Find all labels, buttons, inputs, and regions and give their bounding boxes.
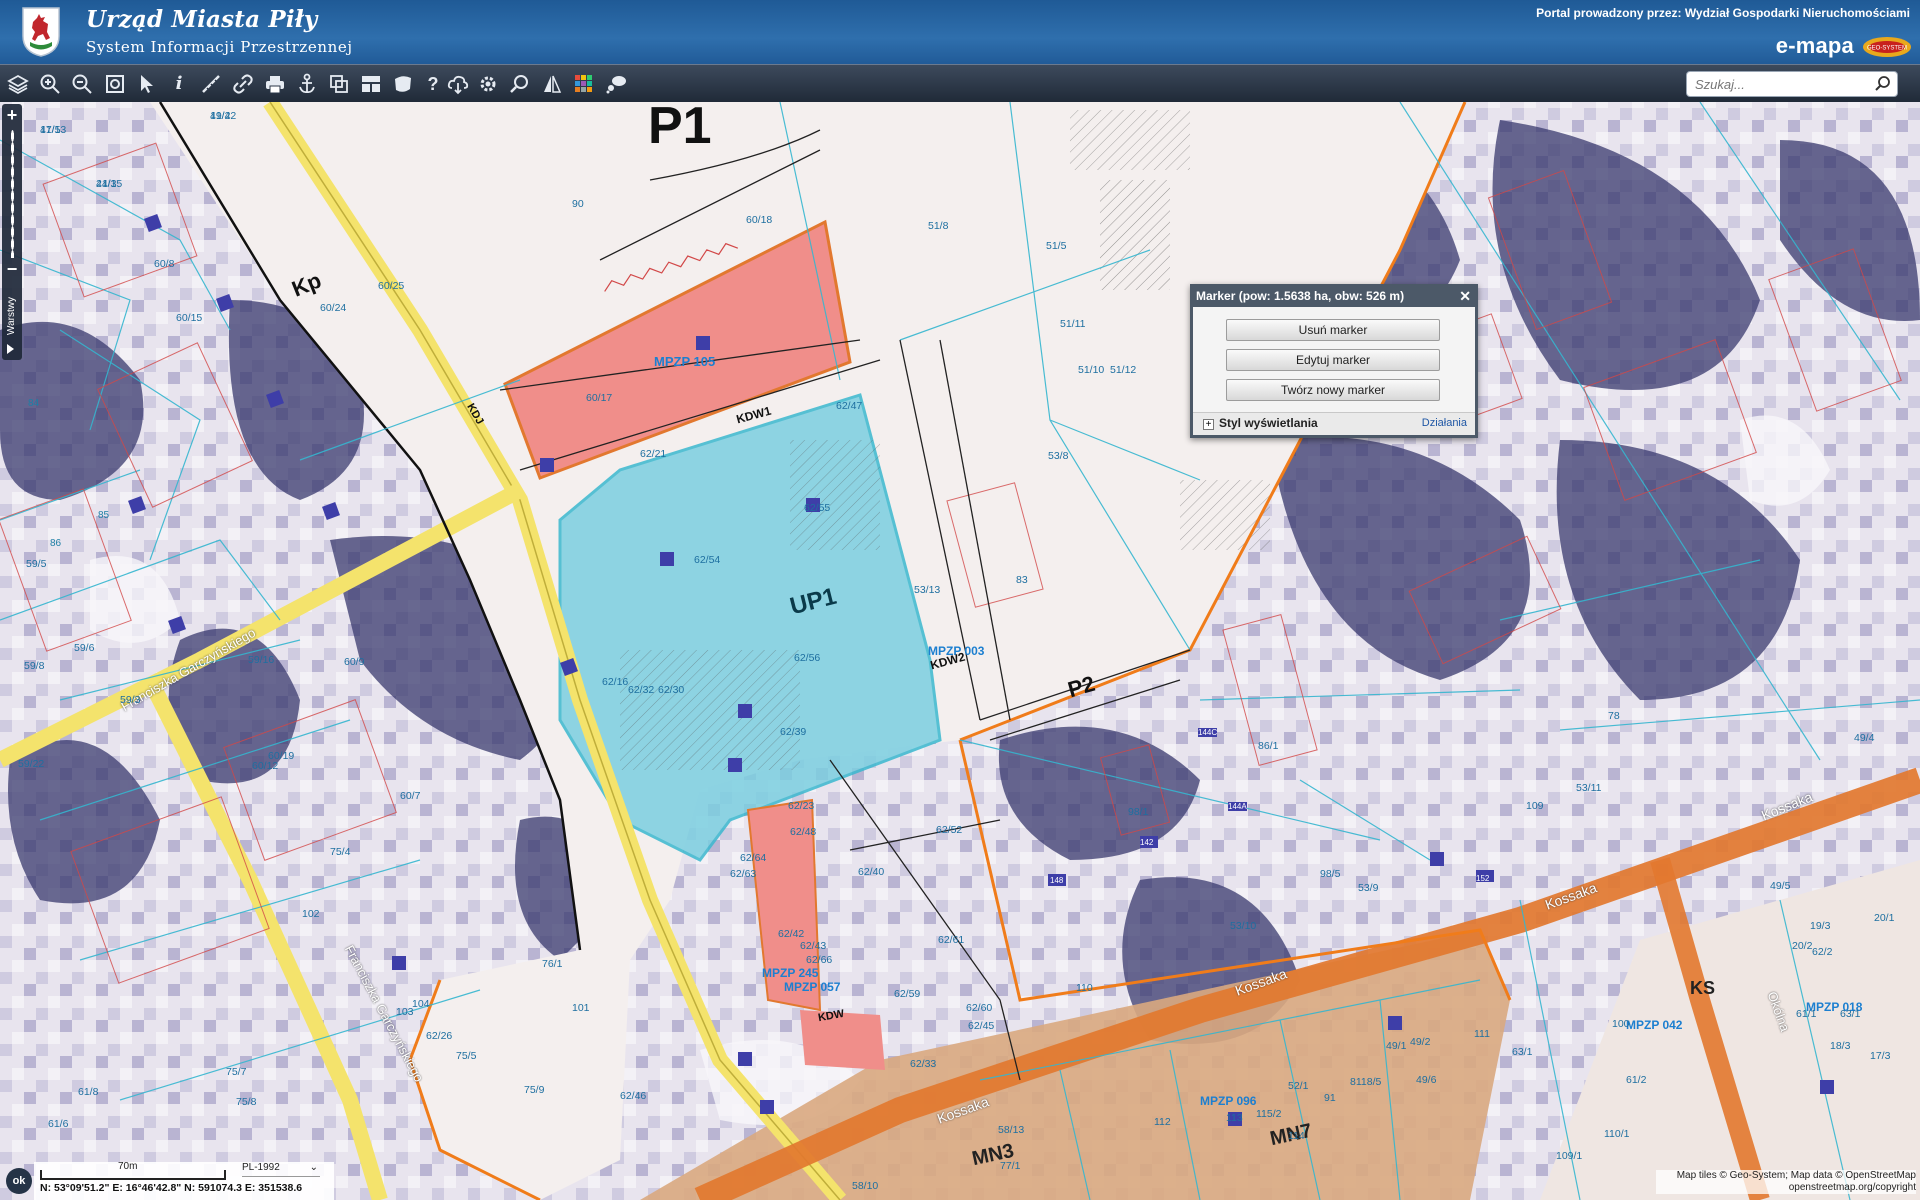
chevron-down-icon[interactable]: ⌄ [310,1162,318,1173]
map-attribution: Map tiles © Geo-System; Map data © OpenS… [1656,1170,1916,1194]
display-style-label[interactable]: Styl wyświetlania [1219,416,1318,430]
city-crest-logo [22,7,60,57]
new-marker-button[interactable]: Twórz nowy marker [1226,379,1440,401]
geo-system-logo[interactable]: GEO-SYSTEM [1862,36,1912,58]
print-icon[interactable] [263,72,287,96]
zoom-rail: + − Warstwy [2,104,22,360]
attribution-link[interactable]: openstreetmap.org/copyright [1656,1182,1916,1194]
comment-icon[interactable] [604,72,628,96]
actions-link[interactable]: Działania [1422,417,1467,429]
zoom-in-icon[interactable] [38,72,62,96]
measure-line-icon[interactable] [199,72,223,96]
crs-select[interactable]: PL-1992 ⌄ [242,1162,320,1177]
info-icon[interactable]: i [167,72,191,96]
search-map-icon[interactable] [508,72,532,96]
map-canvas[interactable]: P1 Kp UP1 P2 MN3 MN7 KS MPZP 105 MPZP 00… [0,102,1920,1200]
scale-label: 70m [118,1161,138,1172]
settings-icon[interactable] [476,72,500,96]
map-toolbar: i ? [0,64,1920,103]
search-box [1686,71,1898,97]
anchor-icon[interactable] [295,72,319,96]
zoom-extent-icon[interactable] [103,72,127,96]
link-icon[interactable] [231,72,255,96]
app-title: Urząd Miasta Piły [86,6,318,33]
portal-operator-text: Portal prowadzony przez: Wydział Gospoda… [1536,6,1910,20]
cloud-download-icon[interactable] [446,72,470,96]
help-icon[interactable]: ? [421,72,445,96]
popup-footer: + Styl wyświetlania Działania [1193,412,1475,435]
zoom-slider[interactable] [11,130,14,258]
marker-popup: Marker (pow: 1.5638 ha, obw: 526 m) ✕ Us… [1190,284,1478,438]
popup-title: Marker (pow: 1.5638 ha, obw: 526 m) [1196,289,1405,303]
brand-name[interactable]: e-mapa [1776,33,1854,59]
layers-icon[interactable] [6,72,30,96]
select-pointer-icon[interactable] [135,72,159,96]
crs-value: PL-1992 [242,1162,280,1173]
popup-title-bar: Marker (pow: 1.5638 ha, obw: 526 m) ✕ [1193,287,1475,307]
search-icon[interactable] [1873,74,1893,94]
map-drawing[interactable] [0,102,1920,1200]
edit-marker-button[interactable]: Edytuj marker [1226,349,1440,371]
compare-icon[interactable] [540,72,564,96]
zoom-out-icon[interactable] [70,72,94,96]
copy-icon[interactable] [327,72,351,96]
close-icon[interactable]: ✕ [1459,287,1471,305]
color-grid-icon[interactable] [572,72,596,96]
expand-arrow-icon[interactable] [7,344,14,354]
search-input[interactable] [1693,74,1867,94]
expand-plus-icon[interactable]: + [1203,419,1214,430]
attribution-line: Map tiles © Geo-System; Map data © OpenS… [1676,1170,1916,1181]
rail-zoom-out-button[interactable]: − [2,260,22,278]
remove-marker-button[interactable]: Usuń marker [1226,319,1440,341]
rail-zoom-in-button[interactable]: + [2,106,22,124]
layers-panel-tab[interactable]: Warstwy [3,280,21,352]
layout-icon[interactable] [359,72,383,96]
ok-button[interactable]: ok [6,1168,32,1194]
app-header: Urząd Miasta Piły System Informacji Prze… [0,0,1920,64]
area-icon[interactable] [391,72,415,96]
app-subtitle: System Informacji Przestrzennej [86,38,353,56]
cursor-coordinates: N: 53°09'51.2" E: 16°46'42.8" N: 591074.… [40,1182,303,1194]
svg-text:GEO-SYSTEM: GEO-SYSTEM [1867,46,1907,52]
